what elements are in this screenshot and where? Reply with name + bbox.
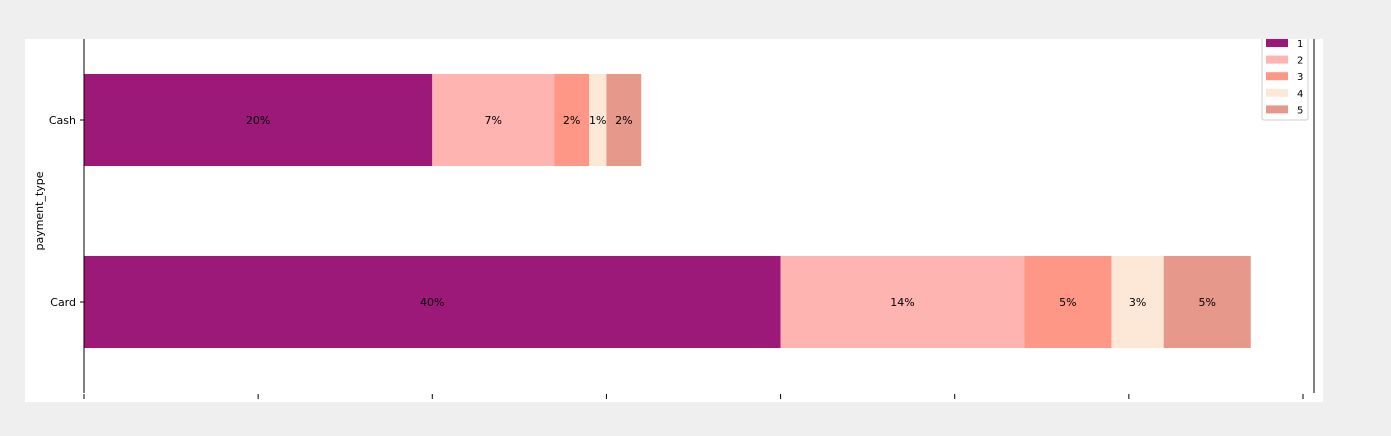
legend-label-3: 3 bbox=[1297, 72, 1303, 83]
data-label-card-series-4: 3% bbox=[1129, 296, 1146, 309]
data-label-card-series-5: 5% bbox=[1198, 296, 1215, 309]
legend-swatch-3 bbox=[1266, 72, 1288, 81]
y-tick-label-card: Card bbox=[50, 296, 76, 309]
stacked-bar-chart: 20% 7% 2% 1% 2% 40% 14% 5% 3% 5% Cash Card payment_… bbox=[33, 39, 1315, 399]
y-axis-title: payment_type bbox=[33, 171, 46, 250]
data-label-cash-series-1: 20% bbox=[246, 114, 270, 127]
data-label-card-series-1: 40% bbox=[420, 296, 444, 309]
legend-label-5: 5 bbox=[1297, 105, 1303, 116]
data-label-cash-series-3: 2% bbox=[563, 114, 580, 127]
data-label-cash-series-5: 2% bbox=[615, 114, 632, 127]
chart-canvas: 20% 7% 2% 1% 2% 40% 14% 5% 3% 5% Cash Card payment_… bbox=[25, 39, 1323, 402]
legend: 1 2 3 4 5 bbox=[1261, 39, 1309, 121]
legend-swatch-4 bbox=[1266, 88, 1288, 97]
legend-swatch-1 bbox=[1266, 39, 1288, 47]
data-label-card-series-3: 5% bbox=[1059, 296, 1076, 309]
data-label-cash-series-4: 1% bbox=[589, 114, 606, 127]
legend-label-4: 4 bbox=[1297, 89, 1303, 100]
legend-swatch-2 bbox=[1266, 55, 1288, 64]
data-label-cash-series-2: 7% bbox=[485, 114, 502, 127]
legend-label-2: 2 bbox=[1297, 56, 1303, 67]
y-tick-label-cash: Cash bbox=[49, 114, 76, 127]
data-label-card-series-2: 14% bbox=[890, 296, 914, 309]
legend-label-1: 1 bbox=[1297, 39, 1303, 50]
legend-swatch-5 bbox=[1266, 105, 1288, 114]
